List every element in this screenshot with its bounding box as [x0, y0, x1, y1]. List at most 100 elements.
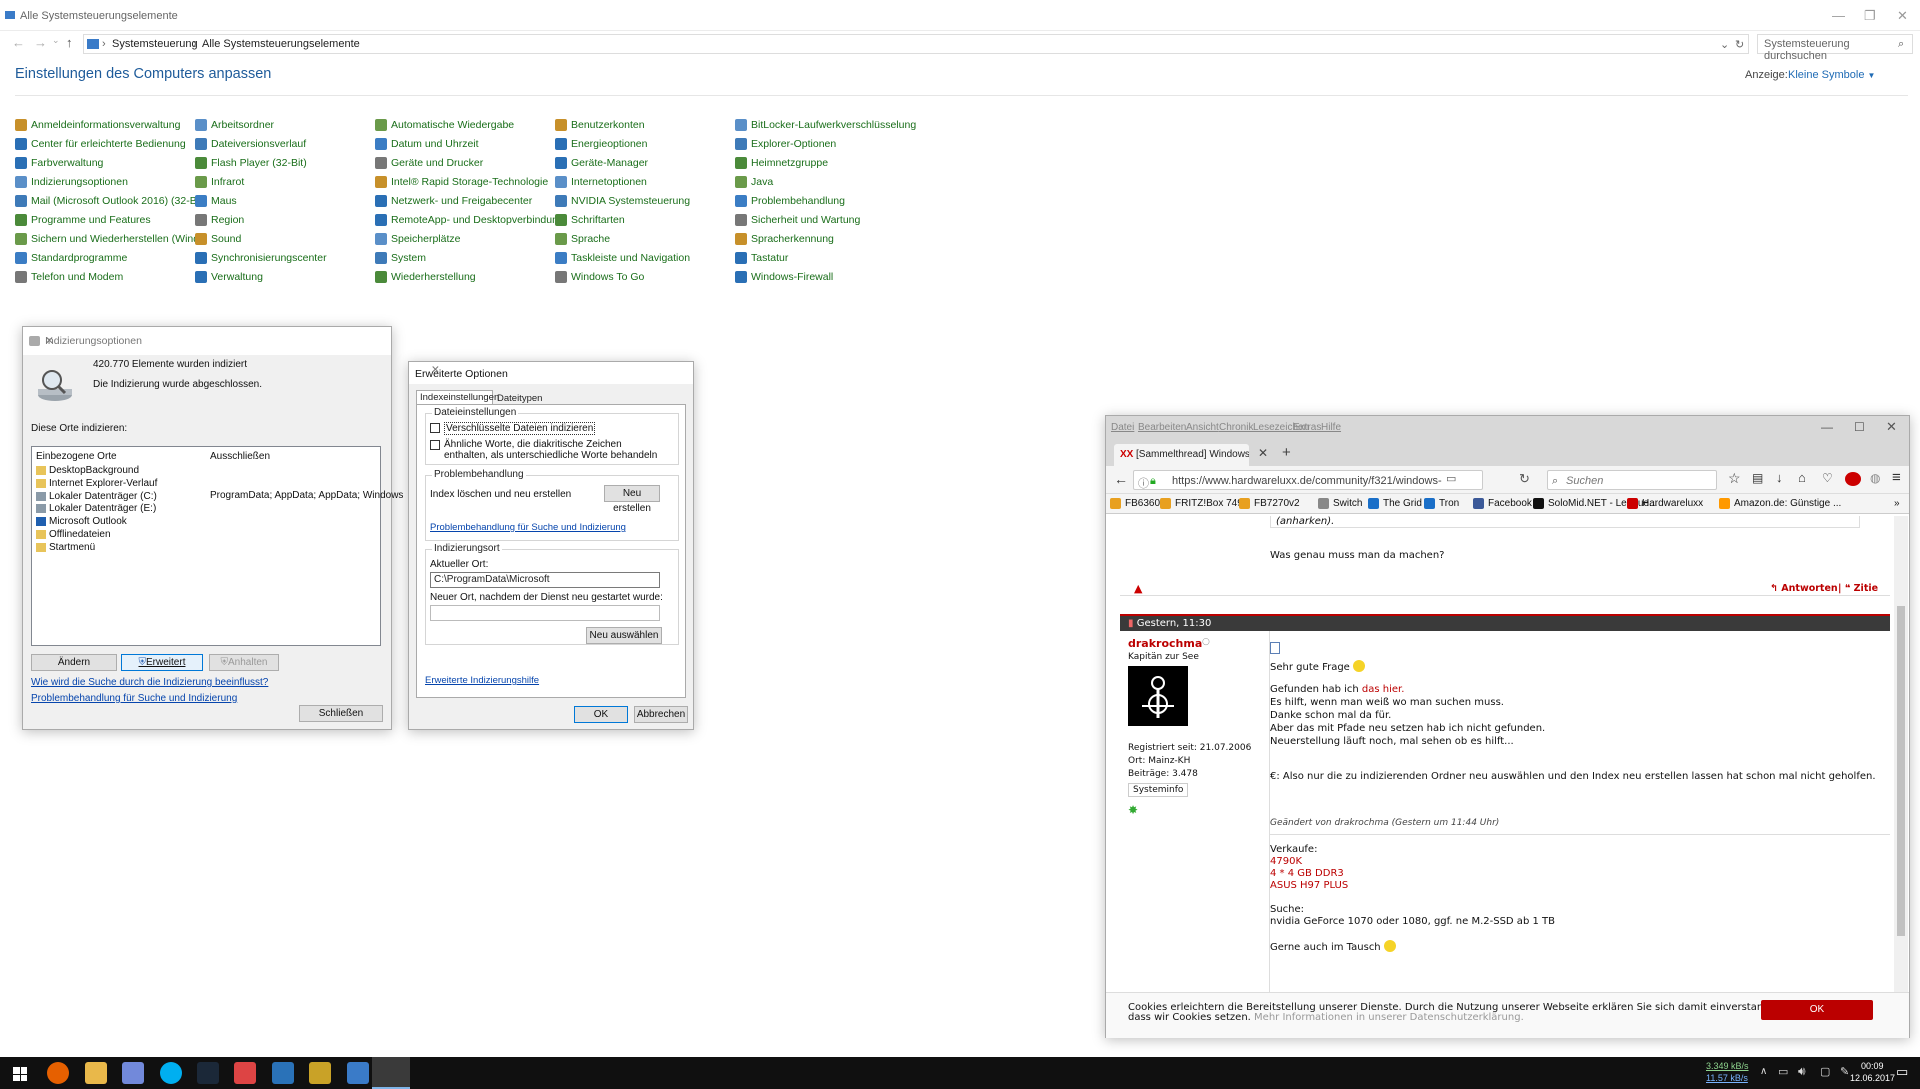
control-panel-item[interactable]: Synchronisierungscenter — [195, 249, 327, 266]
control-panel-item[interactable]: Intel® Rapid Storage-Technologie — [375, 173, 548, 190]
bookmark-item[interactable]: Facebook — [1473, 498, 1532, 509]
control-panel-item[interactable]: Java — [735, 173, 773, 190]
troubleshoot-link[interactable]: Problembehandlung für Suche und Indizier… — [430, 522, 626, 533]
menu-item[interactable]: Hilfe — [1321, 422, 1341, 433]
up-icon[interactable]: ↑ — [66, 35, 73, 50]
tab-index-settings[interactable]: Indexeinstellungen — [416, 390, 499, 405]
control-panel-item[interactable]: Wiederherstellung — [375, 268, 476, 285]
close-icon[interactable]: ✕ — [1886, 419, 1897, 435]
new-location-field[interactable] — [430, 605, 660, 621]
menu-item[interactable]: Chronik — [1219, 422, 1253, 433]
file-explorer-icon[interactable] — [85, 1062, 107, 1084]
extension-icon[interactable]: ◍ — [1870, 471, 1880, 485]
control-panel-item[interactable]: Problembehandlung — [735, 192, 845, 209]
pen-icon[interactable]: ✎ — [1840, 1065, 1849, 1078]
control-panel-item[interactable]: Center für erleichterte Bedienung — [15, 135, 186, 152]
forward-icon[interactable]: → — [34, 35, 47, 50]
reload-icon[interactable]: ↻ — [1519, 471, 1530, 487]
vertical-scrollbar[interactable] — [1894, 516, 1908, 992]
maximize-icon[interactable]: ❐ — [1864, 8, 1876, 24]
start-windows-icon[interactable] — [13, 1067, 27, 1081]
troubleshoot-link[interactable]: Problembehandlung für Suche und Indizier… — [31, 693, 237, 704]
reader-icons[interactable]: ▭ — [1446, 472, 1456, 485]
address-box[interactable]: › Systemsteuerung › Alle Systemsteuerung… — [83, 34, 1749, 54]
control-panel-item[interactable]: Sound — [195, 230, 241, 247]
control-panel-item[interactable]: Telefon und Modem — [15, 268, 123, 285]
control-panel-item[interactable]: Geräte-Manager — [555, 154, 648, 171]
control-panel-item[interactable]: Anmeldeinformationsverwaltung — [15, 116, 180, 133]
clock-date[interactable]: 12.06.2017 — [1850, 1073, 1895, 1083]
notepad-icon[interactable] — [309, 1062, 331, 1084]
report-icon[interactable]: ▲ — [1134, 582, 1142, 595]
change-button[interactable]: Ändern — [31, 654, 117, 671]
indexing-taskbar-icon[interactable] — [372, 1057, 410, 1089]
control-panel-item[interactable]: Taskleiste und Navigation — [555, 249, 690, 266]
new-tab-icon[interactable]: + — [1282, 444, 1291, 461]
control-panel-item[interactable]: Farbverwaltung — [15, 154, 103, 171]
home-icon[interactable]: ⌂ — [1798, 470, 1806, 485]
control-panel-item[interactable]: BitLocker-Laufwerkverschlüsselung — [735, 116, 916, 133]
location-row[interactable]: Lokaler Datenträger (C:) — [36, 491, 157, 502]
control-panel-item[interactable]: Dateiversionsverlauf — [195, 135, 306, 152]
location-row[interactable]: DesktopBackground — [36, 465, 139, 476]
location-row[interactable]: Startmenü — [36, 542, 95, 553]
control-panel-item[interactable]: Indizierungsoptionen — [15, 173, 128, 190]
encrypted-files-checkbox[interactable] — [430, 423, 440, 433]
control-panel-item[interactable]: Explorer-Optionen — [735, 135, 836, 152]
diacritics-label[interactable]: Ähnliche Worte, die diakritische Zeichen… — [444, 439, 666, 461]
adblock-icon[interactable] — [1845, 472, 1861, 486]
close-icon[interactable]: ✕ — [431, 364, 685, 376]
firefox-icon[interactable] — [47, 1062, 69, 1084]
how-search-affected-link[interactable]: Wie wird die Suche durch die Indizierung… — [31, 677, 268, 688]
control-panel-item[interactable]: Sprache — [555, 230, 610, 247]
library-icon[interactable]: ▤ — [1752, 471, 1763, 485]
bookmark-star-icon[interactable]: ☆ — [1728, 470, 1741, 487]
advanced-help-link[interactable]: Erweiterte Indizierungshilfe — [425, 675, 539, 686]
pause-button[interactable]: ⛨Anhalten — [209, 654, 279, 671]
refresh-icon[interactable]: ↻ — [1735, 38, 1744, 51]
recent-dropdown-icon[interactable]: ⌄ — [52, 35, 60, 46]
control-panel-item[interactable]: Infrarot — [195, 173, 244, 190]
bookmark-item[interactable]: FRITZ!Box 7490 — [1160, 498, 1248, 509]
rebuild-button[interactable]: Neu erstellen — [604, 485, 660, 514]
column-header-excluded[interactable]: Ausschließen — [210, 451, 270, 462]
menu-item[interactable]: Extras — [1293, 422, 1321, 433]
bookmark-item[interactable]: FB7270v2 — [1239, 498, 1300, 509]
control-panel-item[interactable]: Geräte und Drucker — [375, 154, 483, 171]
pocket-icon[interactable]: ♡ — [1822, 471, 1833, 485]
url-bar[interactable]: ⓘ 🔒︎ https://www.hardwareluxx.de/communi… — [1133, 470, 1483, 490]
control-panel-item[interactable]: Flash Player (32-Bit) — [195, 154, 307, 171]
control-panel-icon[interactable] — [347, 1062, 369, 1084]
control-panel-item[interactable]: Windows-Firewall — [735, 268, 833, 285]
menu-item[interactable]: Ansicht — [1186, 422, 1219, 433]
encrypted-files-label[interactable]: Verschlüsselte Dateien indizieren — [444, 422, 596, 435]
maximize-icon[interactable]: ☐ — [1854, 420, 1865, 434]
control-panel-item[interactable]: Speicherplätze — [375, 230, 460, 247]
menu-item[interactable]: Bearbeiten — [1138, 422, 1186, 433]
minimize-icon[interactable]: — — [1832, 8, 1845, 23]
advanced-button[interactable]: ⛨Erweitert — [121, 654, 203, 671]
bookmarks-overflow-icon[interactable]: » — [1894, 498, 1900, 509]
bookmark-item[interactable]: Amazon.de: Günstige ... — [1719, 498, 1841, 509]
control-panel-item[interactable]: RemoteApp- und Desktopverbindun... — [375, 211, 567, 228]
control-panel-item[interactable]: Netzwerk- und Freigabecenter — [375, 192, 532, 209]
view-selector[interactable]: Kleine Symbole ▼ — [1788, 69, 1875, 81]
ok-button[interactable]: OK — [574, 706, 628, 723]
browser-tab[interactable]: XX [Sammelthread] Windows 10 — [1114, 444, 1249, 466]
breadcrumb-item[interactable]: Systemsteuerung — [112, 38, 198, 50]
post-link[interactable]: das hier. — [1362, 684, 1405, 695]
control-panel-item[interactable]: Energieoptionen — [555, 135, 647, 152]
control-panel-item[interactable]: System — [375, 249, 426, 266]
quote-button[interactable]: | ❝ Zitie — [1838, 583, 1878, 594]
control-panel-item[interactable]: Verwaltung — [195, 268, 263, 285]
control-panel-item[interactable]: Maus — [195, 192, 237, 209]
bookmark-item[interactable]: Switch — [1318, 498, 1362, 509]
control-panel-item[interactable]: Mail (Microsoft Outlook 2016) (32-Bit) — [15, 192, 205, 209]
bookmark-item[interactable]: Hardwareluxx — [1627, 498, 1703, 509]
cookie-ok-button[interactable]: OK — [1761, 1000, 1873, 1020]
menu-item[interactable]: Datei — [1111, 422, 1134, 433]
control-panel-item[interactable]: Internetoptionen — [555, 173, 647, 190]
steam-icon[interactable] — [197, 1062, 219, 1084]
control-panel-item[interactable]: Automatische Wiedergabe — [375, 116, 514, 133]
network-icon[interactable]: ▭ — [1778, 1065, 1788, 1078]
